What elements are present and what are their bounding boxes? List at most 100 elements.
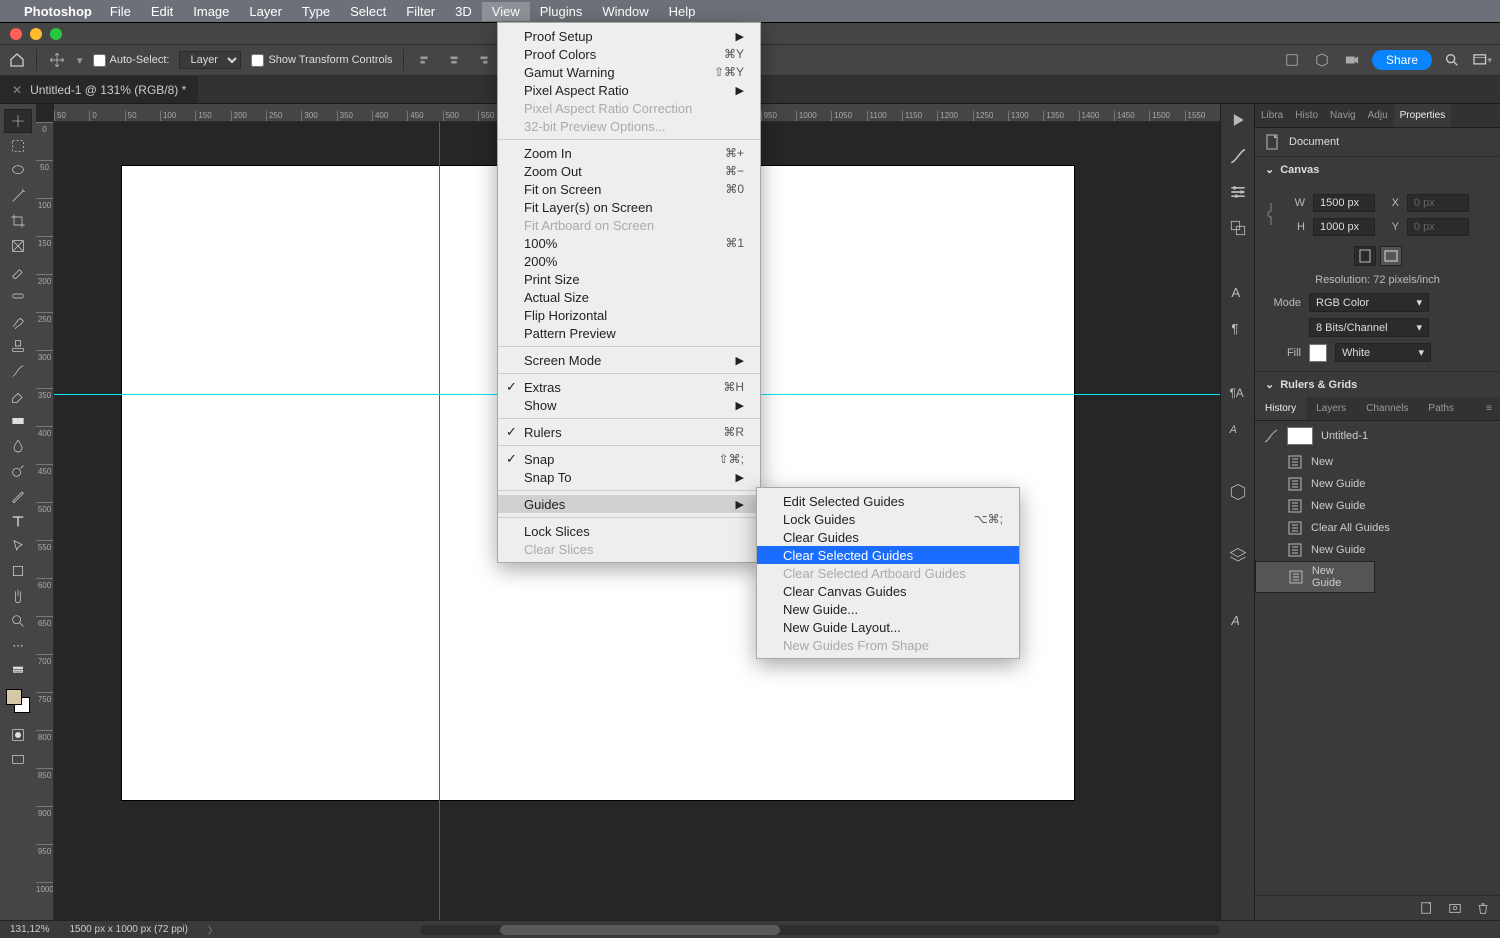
history-state[interactable]: New <box>1255 451 1500 473</box>
rulers-section-header[interactable]: ⌄Rulers & Grids <box>1255 372 1500 397</box>
home-icon[interactable] <box>8 51 26 69</box>
submenu-item[interactable]: Edit Selected Guides <box>757 492 1019 510</box>
history-state[interactable]: New Guide <box>1255 473 1500 495</box>
brush-tool[interactable] <box>4 309 32 333</box>
menu-item[interactable]: 200% <box>498 252 760 270</box>
fill-swatch[interactable] <box>1309 344 1327 362</box>
type-tool[interactable] <box>4 509 32 533</box>
more-tools[interactable]: ⋯ <box>4 634 32 658</box>
mode-dropdown[interactable]: RGB Color▾ <box>1309 293 1429 312</box>
maximize-window-icon[interactable] <box>50 28 62 40</box>
video-icon[interactable] <box>1342 50 1362 70</box>
workspace-icon[interactable]: ▾ <box>1472 50 1492 70</box>
menu-item[interactable]: Gamut Warning⇧⌘Y <box>498 63 760 81</box>
hscrollbar[interactable] <box>420 925 1220 935</box>
history-tab-layers[interactable]: Layers <box>1306 397 1356 420</box>
minimize-window-icon[interactable] <box>30 28 42 40</box>
doc-dims[interactable]: 1500 px x 1000 px (72 ppi) <box>69 924 187 935</box>
menu-item[interactable]: Pattern Preview <box>498 324 760 342</box>
menu-item[interactable]: Pixel Aspect Ratio▶ <box>498 81 760 99</box>
menu-filter[interactable]: Filter <box>396 2 445 21</box>
panel-tab-navig[interactable]: Navig <box>1324 104 1362 127</box>
path-select-tool[interactable] <box>4 534 32 558</box>
link-icon[interactable] <box>1265 201 1277 229</box>
pen-tool[interactable] <box>4 484 32 508</box>
heal-tool[interactable] <box>4 284 32 308</box>
menu-view[interactable]: View <box>482 2 530 21</box>
3d-mode-icon[interactable] <box>1312 50 1332 70</box>
glyph-icon[interactable]: A <box>1228 610 1248 630</box>
show-transform-checkbox[interactable]: Show Transform Controls <box>251 54 392 67</box>
panel-tab-properties[interactable]: Properties <box>1394 104 1452 127</box>
submenu-item[interactable]: Clear Guides <box>757 528 1019 546</box>
para-styles-icon[interactable]: A <box>1228 418 1248 438</box>
menu-plugins[interactable]: Plugins <box>530 2 593 21</box>
close-window-icon[interactable] <box>10 28 22 40</box>
menu-item[interactable]: ✓Extras⌘H <box>498 378 760 396</box>
dodge-tool[interactable] <box>4 459 32 483</box>
menu-item[interactable]: Zoom In⌘+ <box>498 144 760 162</box>
menu-window[interactable]: Window <box>592 2 658 21</box>
menu-item[interactable]: Proof Colors⌘Y <box>498 45 760 63</box>
eyedropper-tool[interactable] <box>4 259 32 283</box>
menu-item[interactable]: 100%⌘1 <box>498 234 760 252</box>
stamp-tool[interactable] <box>4 334 32 358</box>
zoom-tool[interactable] <box>4 609 32 633</box>
menu-item[interactable]: Flip Horizontal <box>498 306 760 324</box>
gradient-tool[interactable] <box>4 409 32 433</box>
submenu-item[interactable]: Lock Guides⌥⌘; <box>757 510 1019 528</box>
history-state[interactable]: New Guide <box>1255 561 1375 593</box>
menu-file[interactable]: File <box>100 2 141 21</box>
height-input[interactable] <box>1313 218 1375 236</box>
align-right-icon[interactable] <box>474 50 494 70</box>
menu-item[interactable]: Actual Size <box>498 288 760 306</box>
clone-icon[interactable] <box>1228 218 1248 238</box>
adjust-icon[interactable] <box>1228 182 1248 202</box>
history-tab-channels[interactable]: Channels <box>1356 397 1418 420</box>
status-chevron-icon[interactable]: 〉 <box>208 922 218 937</box>
paragraph-icon[interactable]: ¶ <box>1228 318 1248 338</box>
menu-image[interactable]: Image <box>183 2 239 21</box>
submenu-item[interactable]: Clear Selected Guides <box>757 546 1019 564</box>
auto-select-dropdown[interactable]: Layer <box>179 51 241 69</box>
crop-tool[interactable] <box>4 209 32 233</box>
close-tab-icon[interactable]: ✕ <box>12 83 22 97</box>
menu-layer[interactable]: Layer <box>239 2 292 21</box>
play-icon[interactable] <box>1228 110 1248 130</box>
history-state[interactable]: New Guide <box>1255 495 1500 517</box>
hand-tool[interactable] <box>4 584 32 608</box>
menu-item[interactable]: Guides▶ <box>498 495 760 513</box>
panel-menu-icon[interactable]: ≡ <box>1478 397 1500 420</box>
frame-tool[interactable] <box>4 234 32 258</box>
color-swatches[interactable] <box>6 689 30 713</box>
eraser-tool[interactable] <box>4 384 32 408</box>
fill-dropdown[interactable]: White▾ <box>1335 343 1431 362</box>
move-tool[interactable] <box>4 109 32 133</box>
canvas-section-header[interactable]: ⌄Canvas <box>1255 157 1500 182</box>
edit-toolbar[interactable] <box>4 659 32 683</box>
history-state[interactable]: Clear All Guides <box>1255 517 1500 539</box>
submenu-item[interactable]: New Guide Layout... <box>757 618 1019 636</box>
zoom-level[interactable]: 131,12% <box>10 924 49 935</box>
delete-state-icon[interactable] <box>1476 901 1490 915</box>
brushes-icon[interactable] <box>1228 146 1248 166</box>
menu-item[interactable]: Screen Mode▶ <box>498 351 760 369</box>
character-icon[interactable]: A <box>1228 282 1248 302</box>
char-styles-icon[interactable]: ¶A <box>1228 382 1248 402</box>
menu-item[interactable]: Show▶ <box>498 396 760 414</box>
3d-icon[interactable] <box>1228 482 1248 502</box>
orient-landscape-button[interactable] <box>1380 246 1402 266</box>
menu-item[interactable]: Zoom Out⌘− <box>498 162 760 180</box>
submenu-item[interactable]: New Guide... <box>757 600 1019 618</box>
wand-tool[interactable] <box>4 184 32 208</box>
ruler-vertical[interactable]: 0501001502002503003504004505005506006507… <box>36 122 54 920</box>
new-doc-from-state-icon[interactable] <box>1420 901 1434 915</box>
align-left-icon[interactable] <box>414 50 434 70</box>
menu-item[interactable]: Proof Setup▶ <box>498 27 760 45</box>
panel-tab-histo[interactable]: Histo <box>1289 104 1324 127</box>
marquee-tool[interactable] <box>4 134 32 158</box>
menu-item[interactable]: ✓Snap⇧⌘; <box>498 450 760 468</box>
menu-3d[interactable]: 3D <box>445 2 482 21</box>
quick-mask-toggle[interactable] <box>4 723 32 747</box>
new-snapshot-icon[interactable] <box>1448 901 1462 915</box>
